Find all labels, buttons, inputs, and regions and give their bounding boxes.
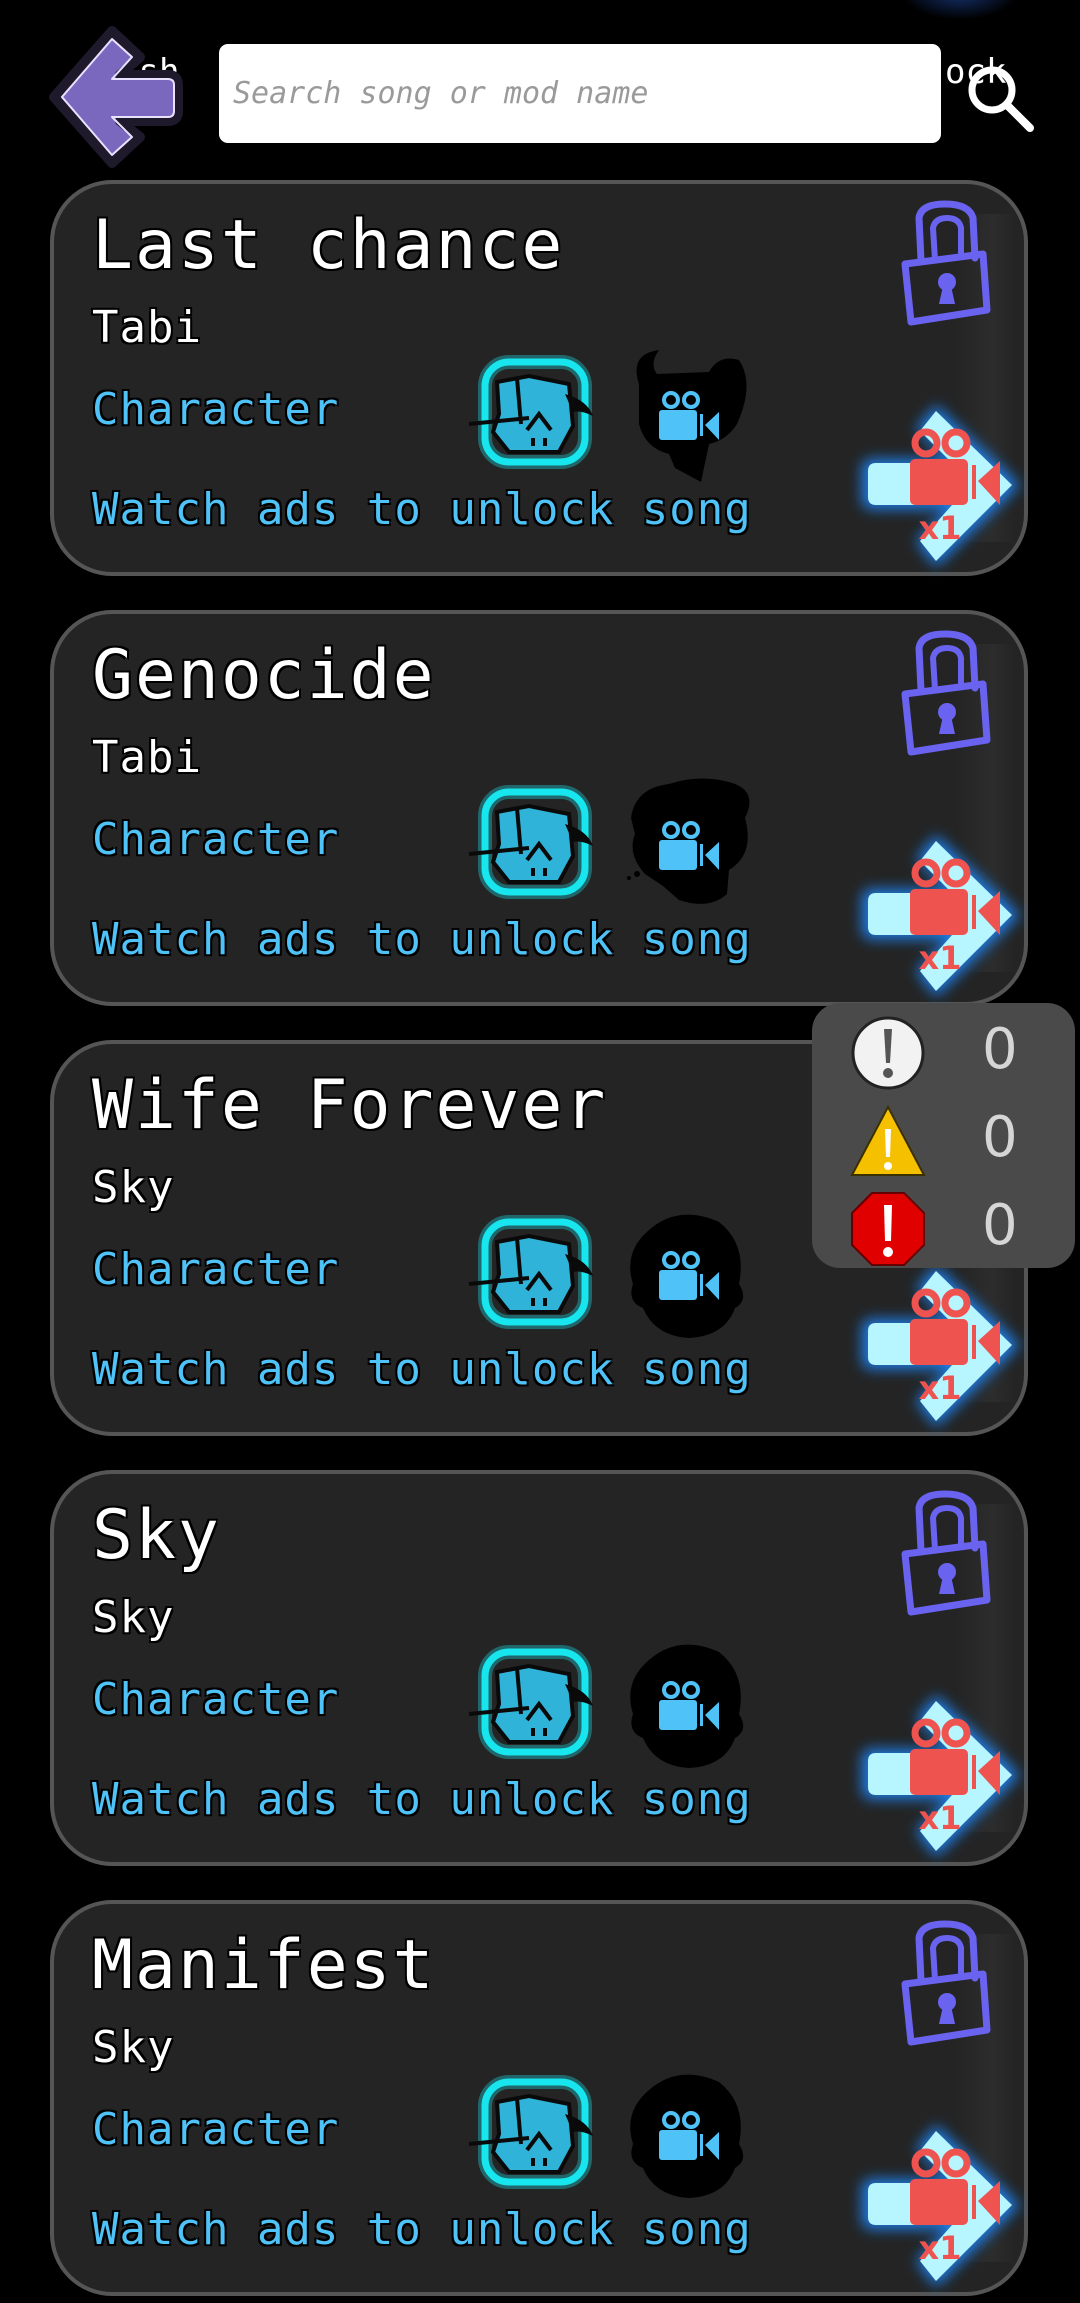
song-title: Last chance: [92, 206, 565, 285]
character-label: Character: [92, 1674, 340, 1725]
watch-ad-button[interactable]: x1: [844, 389, 1034, 579]
log-row-info: 0: [812, 1007, 1075, 1095]
ad-count: x1: [919, 2229, 962, 2267]
lock-icon[interactable]: [897, 198, 997, 328]
boyfriend-icon: [468, 2074, 599, 2194]
search-button[interactable]: [960, 58, 1040, 138]
error-count: 0: [982, 1193, 1018, 1258]
mod-name: Tabi: [92, 302, 202, 353]
song-card-genocide[interactable]: Genocide Tabi Character Watch ads to unl…: [50, 610, 1028, 1006]
ad-count: x1: [919, 1369, 962, 1407]
ad-count: x1: [919, 509, 962, 547]
tabi-horned-silhouette-icon: [636, 350, 747, 482]
log-counter-panel[interactable]: 0 0 0: [812, 1003, 1075, 1268]
background-glow: [900, 0, 1020, 20]
character-label: Character: [92, 1244, 340, 1295]
unlock-instruction: Watch ads to unlock song: [92, 484, 752, 535]
unlock-instruction: Watch ads to unlock song: [92, 2204, 752, 2255]
mod-name: Sky: [92, 1162, 175, 1213]
opponent-silhouette-icon: [609, 1204, 759, 1344]
character-label: Character: [92, 384, 340, 435]
log-row-warning: 0: [812, 1095, 1075, 1183]
info-count: 0: [982, 1017, 1018, 1082]
search-field[interactable]: [219, 44, 941, 143]
song-title: Genocide: [92, 636, 436, 715]
watch-ad-button[interactable]: x1: [844, 819, 1034, 1009]
sky-silhouette-icon: [630, 2074, 744, 2198]
lock-icon[interactable]: [897, 628, 997, 758]
sky-silhouette-icon: [630, 1214, 744, 1338]
log-row-error: 0: [812, 1183, 1075, 1271]
song-title: Wife Forever: [92, 1066, 608, 1145]
boyfriend-icon: [468, 354, 599, 474]
warning-icon: [850, 1104, 926, 1176]
watch-ad-button[interactable]: x1: [844, 1679, 1034, 1869]
opponent-silhouette-icon: [609, 1634, 759, 1774]
lock-icon[interactable]: [897, 1918, 997, 2048]
song-title: Manifest: [92, 1926, 436, 2005]
unlock-instruction: Watch ads to unlock song: [92, 914, 752, 965]
search-input[interactable]: [231, 75, 929, 112]
unlock-instruction: Watch ads to unlock song: [92, 1344, 752, 1395]
character-label: Character: [92, 814, 340, 865]
ad-count: x1: [919, 939, 962, 977]
opponent-silhouette-icon: [609, 774, 759, 914]
search-icon: [968, 66, 1034, 132]
error-icon: [851, 1192, 925, 1266]
watch-ad-button[interactable]: x1: [844, 2109, 1034, 2299]
ad-count: x1: [919, 1799, 962, 1837]
song-card-manifest[interactable]: Manifest Sky Character Watch ads to unlo…: [50, 1900, 1028, 2296]
back-arrow-icon: [49, 26, 183, 168]
opponent-silhouette-icon: [609, 2064, 759, 2204]
mod-name: Tabi: [92, 732, 202, 783]
opponent-silhouette-icon: [609, 344, 759, 484]
mod-name: Sky: [92, 2022, 175, 2073]
watch-ad-button[interactable]: x1: [844, 1249, 1034, 1439]
boyfriend-icon: [468, 784, 599, 904]
song-title: Sky: [92, 1496, 221, 1575]
warning-count: 0: [982, 1105, 1018, 1170]
unlock-instruction: Watch ads to unlock song: [92, 1774, 752, 1825]
info-icon: [851, 1016, 925, 1090]
boyfriend-icon: [468, 1214, 599, 1334]
mod-name: Sky: [92, 1592, 175, 1643]
character-label: Character: [92, 2104, 340, 2155]
boyfriend-icon: [468, 1644, 599, 1764]
tabi-crazed-silhouette-icon: [627, 778, 750, 904]
lock-icon[interactable]: [897, 1488, 997, 1618]
song-card-sky[interactable]: Sky Sky Character Watch ads to unlock so…: [50, 1470, 1028, 1866]
back-button[interactable]: [40, 25, 185, 170]
song-card-last-chance[interactable]: Last chance Tabi Character Watch ads to …: [50, 180, 1028, 576]
sky-silhouette-icon: [630, 1644, 744, 1768]
